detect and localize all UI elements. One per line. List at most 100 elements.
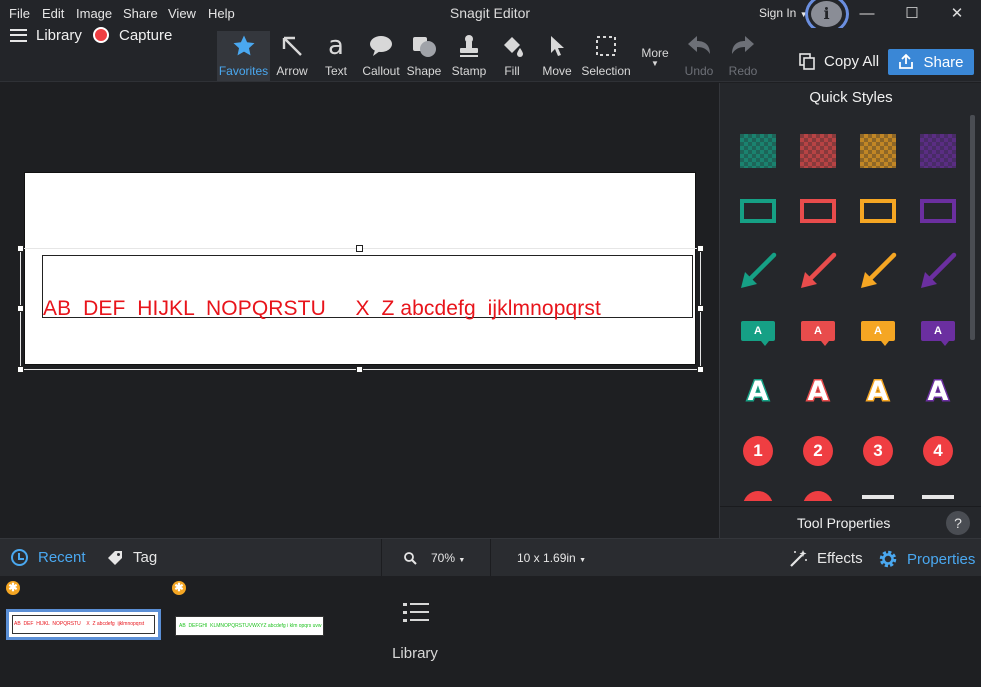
- share-button[interactable]: Share: [888, 49, 974, 75]
- quick-style-rect-1[interactable]: [738, 191, 778, 231]
- checker-fill-swatch: [740, 134, 776, 168]
- menu-share[interactable]: Share: [123, 6, 158, 21]
- arrow-icon: [741, 252, 777, 288]
- copy-all-button[interactable]: Copy All: [799, 53, 879, 70]
- text-icon: a: [328, 31, 344, 61]
- quick-style-callout-3[interactable]: A: [858, 311, 898, 351]
- tool-properties-bar: Tool Properties ?: [720, 506, 981, 538]
- title-bar: File Edit Image Share View Help Snagit E…: [0, 0, 981, 34]
- resize-handle-left[interactable]: [17, 305, 24, 312]
- minimize-button[interactable]: —: [857, 4, 877, 24]
- tool-fill[interactable]: Fill: [494, 31, 530, 81]
- tag-icon: [108, 550, 122, 565]
- resize-handle-right[interactable]: [697, 305, 704, 312]
- resize-handle-top-right[interactable]: [697, 245, 704, 252]
- partial-style-swatch: [743, 491, 773, 501]
- tag-button[interactable]: Tag: [107, 549, 157, 566]
- resize-handle-bottom-right[interactable]: [697, 366, 704, 373]
- resize-handle-top-left[interactable]: [17, 245, 24, 252]
- quick-style-text-2[interactable]: A: [798, 371, 838, 411]
- quick-style-arrow-2[interactable]: [798, 251, 838, 291]
- library-button[interactable]: Library: [10, 26, 82, 44]
- redo-icon: [725, 31, 761, 61]
- tool-callout[interactable]: Callout: [360, 31, 402, 81]
- effects-label: Effects: [817, 550, 863, 567]
- rectangle-swatch: [800, 199, 836, 223]
- quick-style-step-2[interactable]: 2: [798, 431, 838, 471]
- help-button[interactable]: ?: [946, 511, 970, 535]
- tool-shape-label: Shape: [406, 64, 442, 78]
- tray-thumbnail-1[interactable]: AB DEF HIJKL NOPQRSTU X Z abcdefg ijklmn…: [6, 609, 161, 640]
- recent-button[interactable]: Recent: [11, 549, 86, 566]
- zoom-control[interactable]: 70% ▼: [381, 539, 491, 577]
- quick-style-arrow-1[interactable]: [738, 251, 778, 291]
- image-size-value: 10 x 1.69in: [517, 551, 576, 565]
- tool-move[interactable]: Move: [538, 31, 576, 81]
- library-tile[interactable]: [393, 600, 438, 631]
- tool-arrow[interactable]: Arrow: [272, 31, 312, 81]
- tray-thumbnail-2[interactable]: AB DEFGHI KLMNOPQRSTUVWXYZ abcdefg i klm…: [175, 616, 324, 636]
- quick-style-callout-4[interactable]: A: [918, 311, 958, 351]
- quick-style-step-4[interactable]: 4: [918, 431, 958, 471]
- properties-button[interactable]: Properties: [878, 549, 975, 569]
- tool-text[interactable]: a Text: [318, 31, 354, 81]
- quick-style-rect-3[interactable]: [858, 191, 898, 231]
- quick-style-fill-2[interactable]: [798, 131, 838, 171]
- magic-wand-icon: [790, 550, 807, 567]
- quick-style-text-3[interactable]: A: [858, 371, 898, 411]
- quick-style-partial-1[interactable]: [738, 487, 778, 501]
- quick-style-fill-1[interactable]: [738, 131, 778, 171]
- callout-swatch: A: [921, 321, 955, 346]
- quick-style-partial-3[interactable]: [858, 487, 898, 501]
- text-style-swatch: A: [926, 374, 950, 408]
- menu-edit[interactable]: Edit: [42, 6, 64, 21]
- effects-button[interactable]: Effects: [789, 549, 863, 568]
- sign-in-button[interactable]: Sign In ▼: [759, 6, 808, 20]
- quick-style-fill-3[interactable]: [858, 131, 898, 171]
- resize-handle-top[interactable]: [356, 245, 363, 252]
- tool-selection[interactable]: Selection: [580, 31, 632, 81]
- quick-style-step-1[interactable]: 1: [738, 431, 778, 471]
- tool-undo-label: Undo: [684, 64, 714, 78]
- copy-all-label: Copy All: [824, 53, 880, 70]
- quick-style-text-4[interactable]: A: [918, 371, 958, 411]
- quick-style-partial-2[interactable]: [798, 487, 838, 501]
- quick-style-rect-2[interactable]: [798, 191, 838, 231]
- quick-style-step-3[interactable]: 3: [858, 431, 898, 471]
- quick-style-fill-4[interactable]: [918, 131, 958, 171]
- quick-style-callout-2[interactable]: A: [798, 311, 838, 351]
- tool-text-label: Text: [324, 64, 347, 78]
- maximize-button[interactable]: ☐: [902, 4, 922, 24]
- quick-styles-scrollbar[interactable]: [970, 115, 975, 340]
- quick-style-text-1[interactable]: A: [738, 371, 778, 411]
- image-size-control[interactable]: 10 x 1.69in ▼: [517, 551, 586, 565]
- menu-help[interactable]: Help: [208, 6, 235, 21]
- search-icon: [404, 551, 417, 565]
- quick-style-arrow-3[interactable]: [858, 251, 898, 291]
- tool-shape[interactable]: Shape: [405, 31, 443, 81]
- quick-style-callout-1[interactable]: A: [738, 311, 778, 351]
- clock-icon: [11, 549, 28, 566]
- tool-stamp[interactable]: Stamp: [449, 31, 489, 81]
- tray-thumbnail-1-text: AB DEF HIJKL NOPQRSTU X Z abcdefg ijklmn…: [14, 621, 145, 627]
- list-icon: [402, 603, 429, 622]
- tool-properties-label: Tool Properties: [797, 515, 891, 531]
- quick-style-partial-4[interactable]: [918, 487, 958, 501]
- menu-image[interactable]: Image: [76, 6, 112, 21]
- text-style-swatch: A: [806, 374, 830, 408]
- resize-handle-bottom[interactable]: [356, 366, 363, 373]
- menu-view[interactable]: View: [168, 6, 196, 21]
- info-icon[interactable]: i: [811, 1, 842, 27]
- menu-file[interactable]: File: [9, 6, 30, 21]
- tool-redo[interactable]: Redo: [725, 31, 761, 81]
- quick-style-arrow-4[interactable]: [918, 251, 958, 291]
- resize-handle-bottom-left[interactable]: [17, 366, 24, 373]
- checker-fill-swatch: [920, 134, 956, 168]
- close-button[interactable]: ✕: [947, 4, 967, 24]
- capture-button[interactable]: Capture: [93, 26, 172, 44]
- tag-label: Tag: [133, 549, 158, 566]
- step-number-swatch: 1: [743, 436, 773, 466]
- tool-favorites[interactable]: Favorites: [217, 31, 270, 81]
- tool-undo[interactable]: Undo: [681, 31, 717, 81]
- quick-style-rect-4[interactable]: [918, 191, 958, 231]
